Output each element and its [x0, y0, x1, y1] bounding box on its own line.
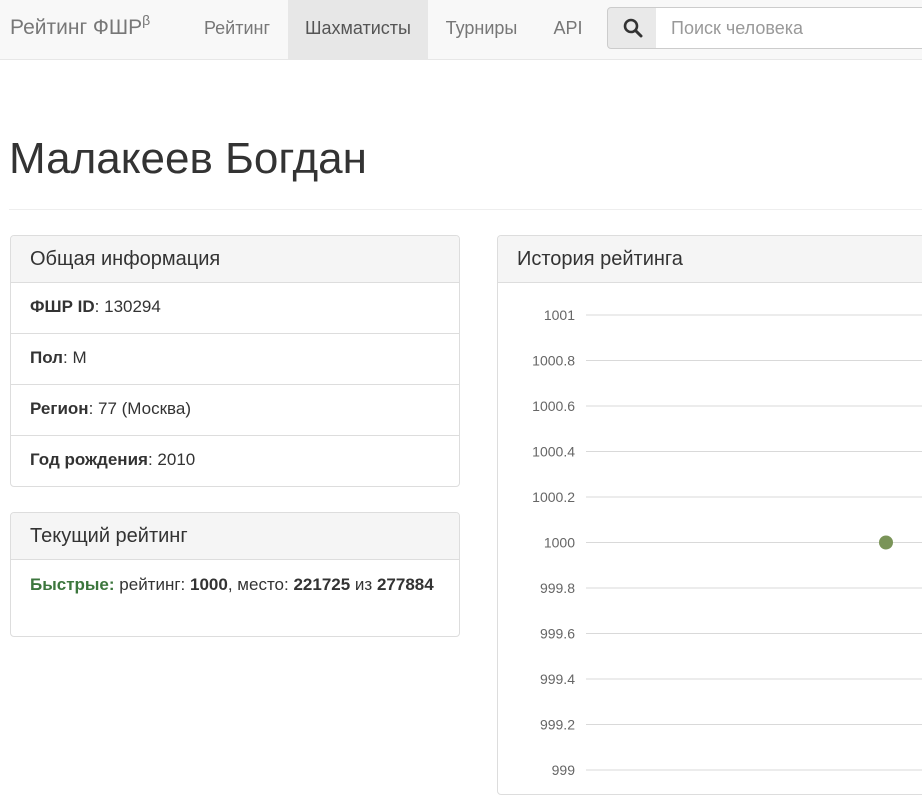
info-row-birth-year: Год рождения: 2010	[30, 450, 196, 469]
y-tick-label: 999.2	[540, 717, 575, 733]
info-row-gender: Пол: М	[11, 334, 459, 385]
nav-item-api[interactable]: API	[535, 0, 601, 59]
info-value-region: 77 (Москва)	[98, 399, 192, 418]
brand[interactable]: Рейтинг ФШРβ	[10, 0, 150, 60]
y-tick-label: 1000.2	[532, 489, 575, 505]
info-value-birth-year: 2010	[157, 450, 196, 469]
current-rating-body: Быстрые: рейтинг: 1000, место: 221725 из…	[30, 575, 434, 594]
y-tick-label: 999.4	[540, 671, 575, 687]
y-tick-label: 1000.6	[532, 398, 575, 414]
of-label: из	[354, 575, 373, 594]
title-divider	[9, 209, 922, 210]
brand-beta: β	[142, 12, 151, 28]
search-icon	[623, 18, 642, 38]
info-label-birth-year: Год рождения	[30, 450, 148, 469]
search-box	[607, 7, 922, 49]
rating-history-chart: 1001 1000.8 1000.6 1000.4 1000.2 1000 999.8 999…	[532, 307, 922, 778]
rating-value: 1000	[190, 575, 228, 594]
info-row-id: ФШР ID: 130294	[11, 283, 459, 334]
search-button[interactable]	[607, 7, 658, 49]
info-label-region: Регион	[30, 399, 89, 418]
general-info-heading: Общая информация	[11, 236, 459, 283]
current-rating-panel: Текущий рейтинг Быстрые: рейтинг: 1000, …	[10, 512, 460, 637]
general-info-panel: Общая информация ФШР ID: 130294 Пол: М Р…	[10, 235, 460, 487]
y-tick-label: 999.8	[540, 580, 575, 596]
data-point[interactable]	[879, 535, 893, 550]
rating-label: рейтинг:	[119, 575, 186, 594]
current-rating-heading: Текущий рейтинг	[11, 513, 459, 560]
place-value: 221725	[293, 575, 351, 594]
navbar: Рейтинг ФШРβ Рейтинг Шахматисты Турниры …	[0, 0, 922, 60]
y-tick-label: 999.6	[540, 626, 575, 642]
rating-history-heading: История рейтинга	[498, 236, 922, 283]
info-label-gender: Пол	[30, 348, 63, 367]
total-value: 277884	[376, 575, 434, 594]
y-tick-label: 1000	[544, 535, 575, 551]
nav-item-rating[interactable]: Рейтинг	[186, 0, 288, 59]
y-tick-label: 1000.4	[532, 444, 575, 460]
y-tick-label: 1001	[544, 307, 575, 323]
rating-history-panel: История рейтинга 1001 1000.8 1000.6 1000.4 1…	[497, 235, 922, 795]
page-title: Малакеев Богдан	[9, 134, 367, 183]
search-input[interactable]	[656, 7, 922, 49]
info-value-id: 130294	[104, 297, 161, 316]
place-label: место:	[237, 575, 289, 594]
info-value-gender: М	[72, 348, 87, 367]
nav-item-tournaments[interactable]: Турниры	[428, 0, 535, 59]
brand-label: Рейтинг ФШР	[10, 16, 143, 39]
info-row-region: Регион: 77 (Москва)	[11, 385, 459, 436]
nav-item-players[interactable]: Шахматисты	[288, 0, 428, 59]
info-label-id: ФШР ID	[30, 297, 95, 316]
rating-type-label: Быстрые:	[30, 575, 115, 594]
y-tick-label: 999	[552, 762, 576, 778]
y-tick-label: 1000.8	[532, 353, 575, 369]
